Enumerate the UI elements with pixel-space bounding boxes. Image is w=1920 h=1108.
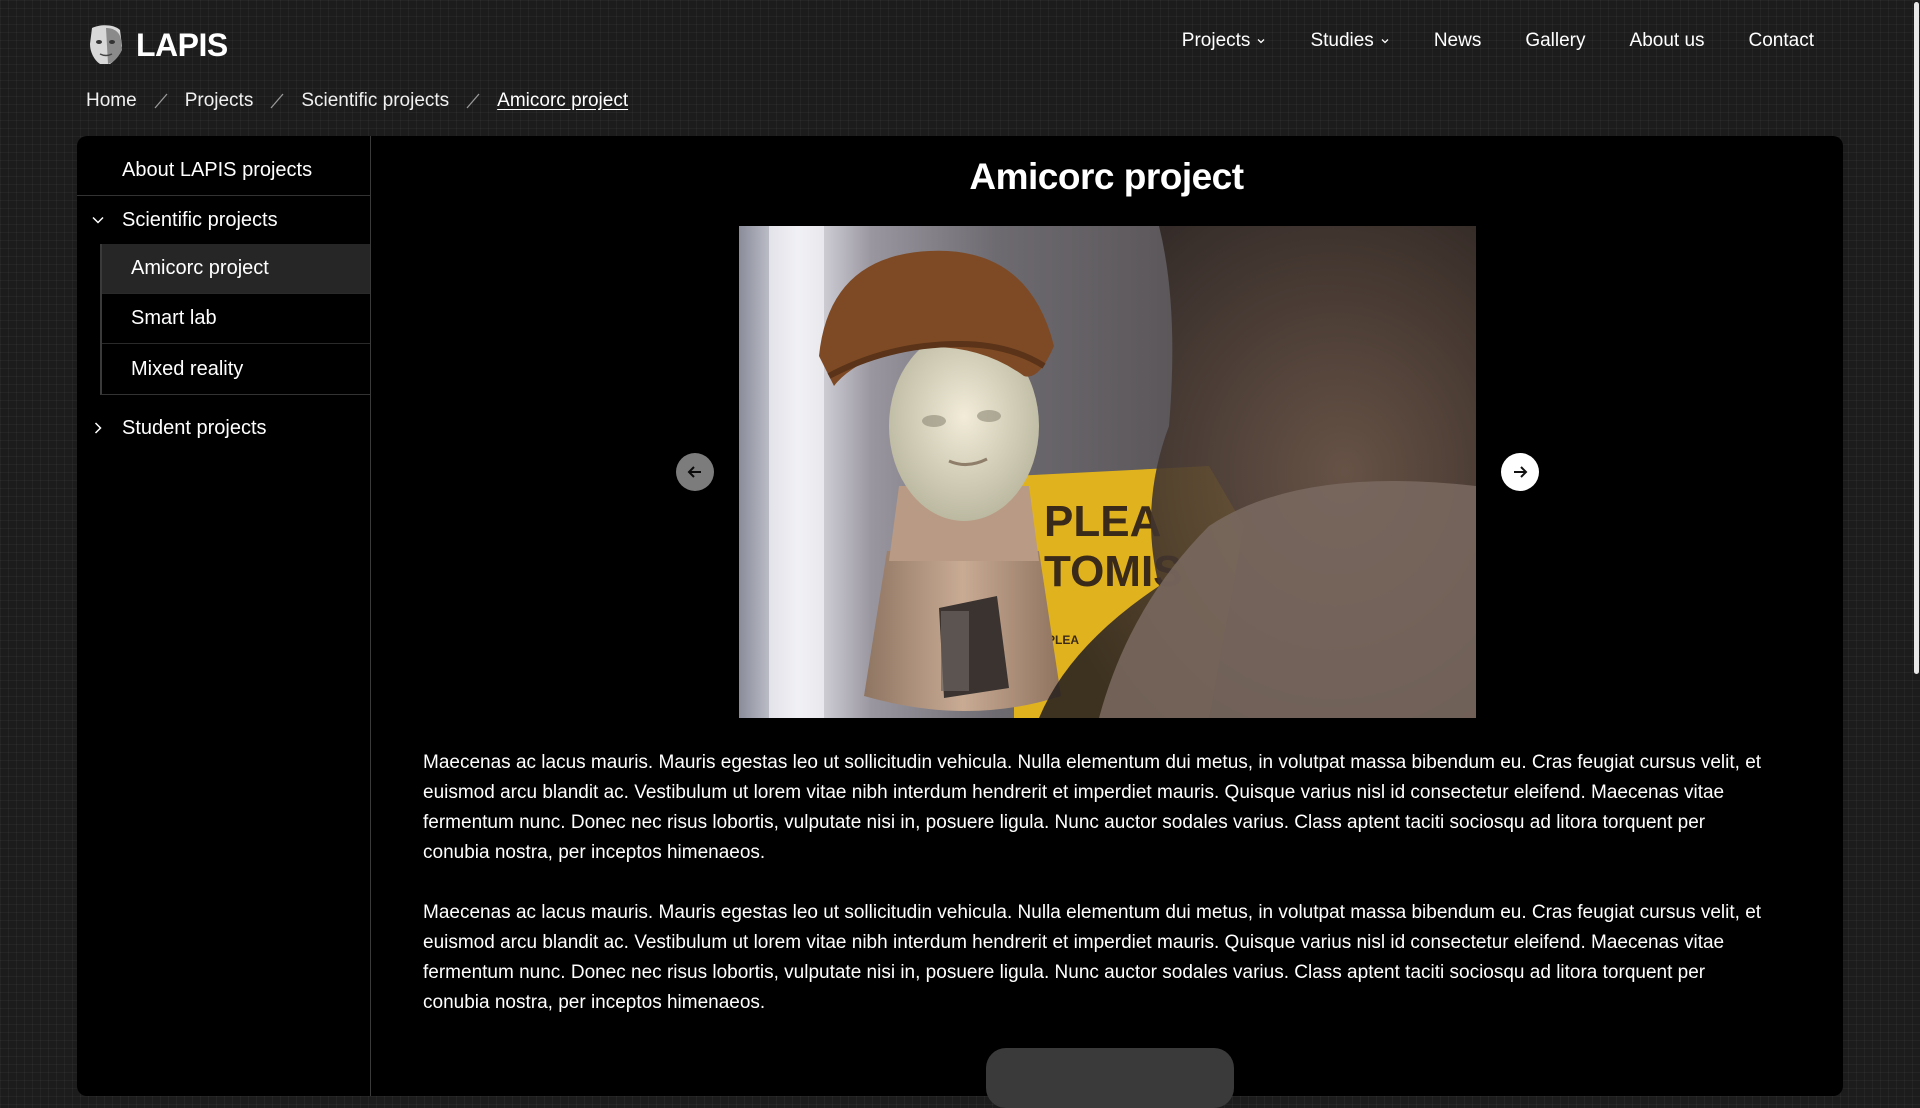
carousel-next-button[interactable] xyxy=(1501,453,1539,491)
chevron-down-icon xyxy=(92,216,104,224)
sidebar-item-smart-lab[interactable]: Smart lab xyxy=(102,294,370,344)
sidebar-item-about[interactable]: About LAPIS projects xyxy=(77,136,370,196)
chevron-down-icon xyxy=(1381,39,1389,44)
sidebar-item-mixed-reality[interactable]: Mixed reality xyxy=(102,344,370,394)
slash-separator-icon xyxy=(466,93,480,109)
sign-text-1: PLEA xyxy=(1044,497,1161,546)
main-content: Amicorc project PLEA TOMIS PLEA Maecenas… xyxy=(370,136,1843,1108)
description-paragraph: Maecenas ac lacus mauris. Mauris egestas… xyxy=(423,752,1762,863)
sidebar-item-student[interactable]: Student projects xyxy=(77,403,370,453)
nav-about-us[interactable]: About us xyxy=(1630,30,1705,52)
breadcrumb-scientific-projects[interactable]: Scientific projects xyxy=(301,90,449,112)
breadcrumb-home[interactable]: Home xyxy=(86,90,137,112)
nav-gallery[interactable]: Gallery xyxy=(1525,30,1585,52)
content-panel: About LAPIS projects Scientific projects… xyxy=(77,136,1843,1108)
description-paragraph: Maecenas ac lacus mauris. Mauris egestas… xyxy=(423,902,1762,1013)
mask-logo-icon xyxy=(90,25,122,64)
nav-projects-label: Projects xyxy=(1181,30,1251,51)
slash-separator-icon xyxy=(270,93,284,109)
scientific-submenu: Amicorc project Smart lab Mixed reality xyxy=(100,244,370,395)
sidebar-item-label: Student projects xyxy=(122,416,267,439)
page-title: Amicorc project xyxy=(969,156,1244,197)
sidebar-item-scientific[interactable]: Scientific projects xyxy=(77,196,370,244)
chevron-right-icon xyxy=(94,422,102,434)
breadcrumb-projects[interactable]: Projects xyxy=(185,90,254,112)
breadcrumb-current[interactable]: Amicorc project xyxy=(497,90,628,112)
sidebar-item-label: About LAPIS projects xyxy=(122,159,313,181)
breadcrumb: Home Projects Scientific projects Amicor… xyxy=(86,90,628,112)
sidebar-item-label: Scientific projects xyxy=(122,208,278,231)
main-nav: Projects Studies News Gallery About us C… xyxy=(1182,30,1814,52)
carousel-prev-button[interactable] xyxy=(676,453,714,491)
chevron-down-icon xyxy=(1257,39,1265,44)
logo-text: LAPIS xyxy=(136,26,228,63)
nav-projects[interactable]: Projects xyxy=(1182,30,1267,52)
slash-separator-icon xyxy=(154,93,168,109)
nav-contact[interactable]: Contact xyxy=(1749,30,1814,52)
sidebar-item-amicorc[interactable]: Amicorc project xyxy=(102,244,370,294)
sidebar: About LAPIS projects Scientific projects… xyxy=(77,136,371,1096)
robot-photo: PLEA TOMIS PLEA xyxy=(739,226,1476,718)
logo-link[interactable]: LAPIS xyxy=(86,24,228,66)
scrollbar-thumb[interactable] xyxy=(1914,2,1919,674)
more-button[interactable] xyxy=(986,1048,1234,1108)
arrow-left-icon xyxy=(687,466,701,478)
page-scrollbar[interactable] xyxy=(1912,0,1920,1080)
carousel-image[interactable]: PLEA TOMIS PLEA xyxy=(739,226,1476,718)
arrow-right-icon xyxy=(1514,466,1528,478)
nav-studies-label: Studies xyxy=(1310,30,1374,51)
nav-news[interactable]: News xyxy=(1434,30,1482,52)
nav-studies[interactable]: Studies xyxy=(1310,30,1389,52)
